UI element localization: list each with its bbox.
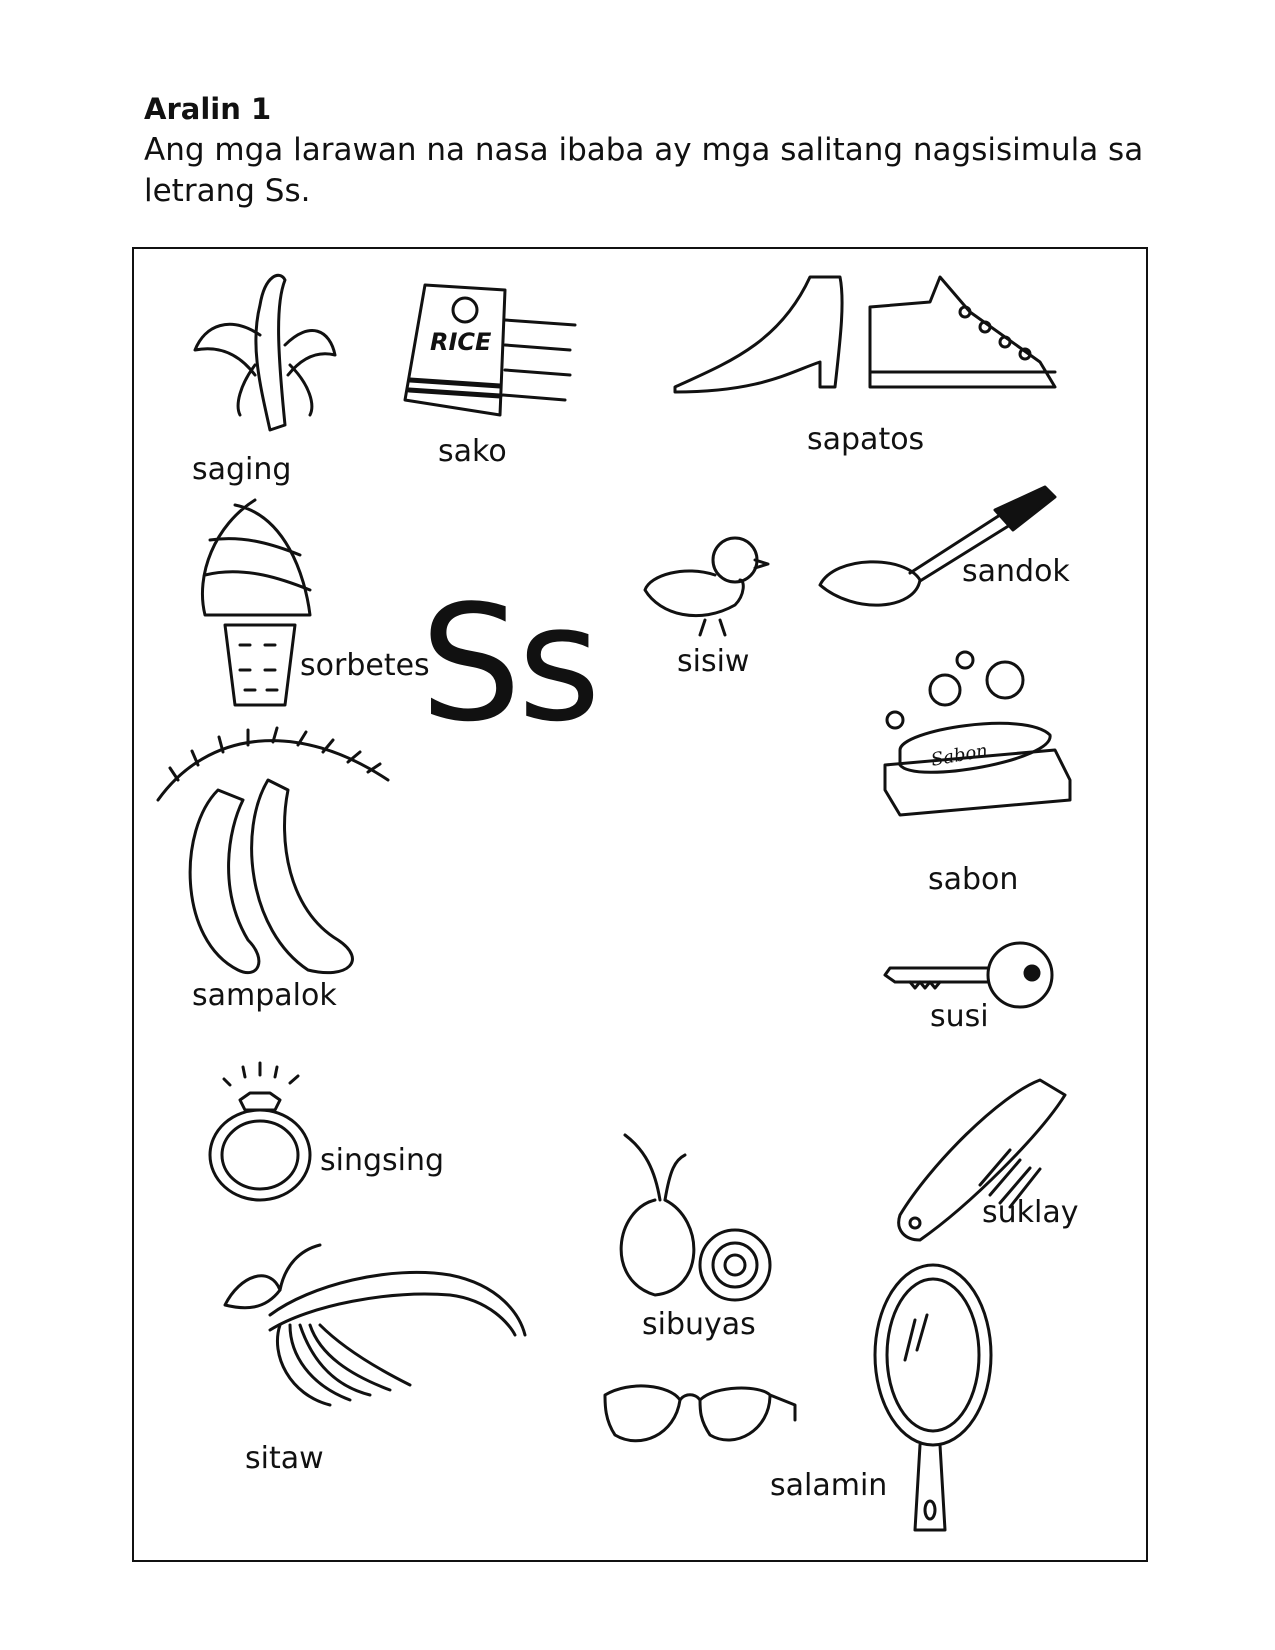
tamarind-icon <box>156 726 390 975</box>
shoes-icon <box>673 275 1057 394</box>
onion-icon <box>619 1133 772 1302</box>
word-salamin: salamin <box>770 1468 888 1503</box>
banana-icon <box>193 273 337 432</box>
word-sisiw: sisiw <box>677 644 750 679</box>
soap-icon: Sabon <box>883 650 1072 817</box>
ring-icon <box>208 1061 312 1202</box>
word-sorbetes: sorbetes <box>300 648 430 683</box>
word-sabon: sabon <box>928 862 1019 897</box>
word-suklay: suklay <box>982 1195 1079 1230</box>
chick-icon <box>643 536 770 637</box>
center-letter: Ss <box>420 570 601 757</box>
svg-text:RICE: RICE <box>430 328 492 356</box>
word-sibuyas: sibuyas <box>642 1307 756 1342</box>
word-sako: sako <box>438 434 507 469</box>
word-singsing: singsing <box>320 1143 445 1178</box>
word-sampalok: sampalok <box>192 978 337 1013</box>
lesson-title: Aralin 1 <box>144 92 272 126</box>
instruction-text: Ang mga larawan na nasa ibaba ay mga sal… <box>144 132 1144 209</box>
string-beans-icon <box>223 1243 527 1407</box>
word-saging: saging <box>192 452 292 487</box>
eyeglasses-icon <box>603 1384 797 1443</box>
word-sapatos: sapatos <box>807 422 925 457</box>
word-sitaw: sitaw <box>245 1441 324 1476</box>
word-susi: susi <box>930 999 989 1034</box>
rice-sack-icon: RICE <box>403 283 577 417</box>
word-sandok: sandok <box>962 554 1070 589</box>
